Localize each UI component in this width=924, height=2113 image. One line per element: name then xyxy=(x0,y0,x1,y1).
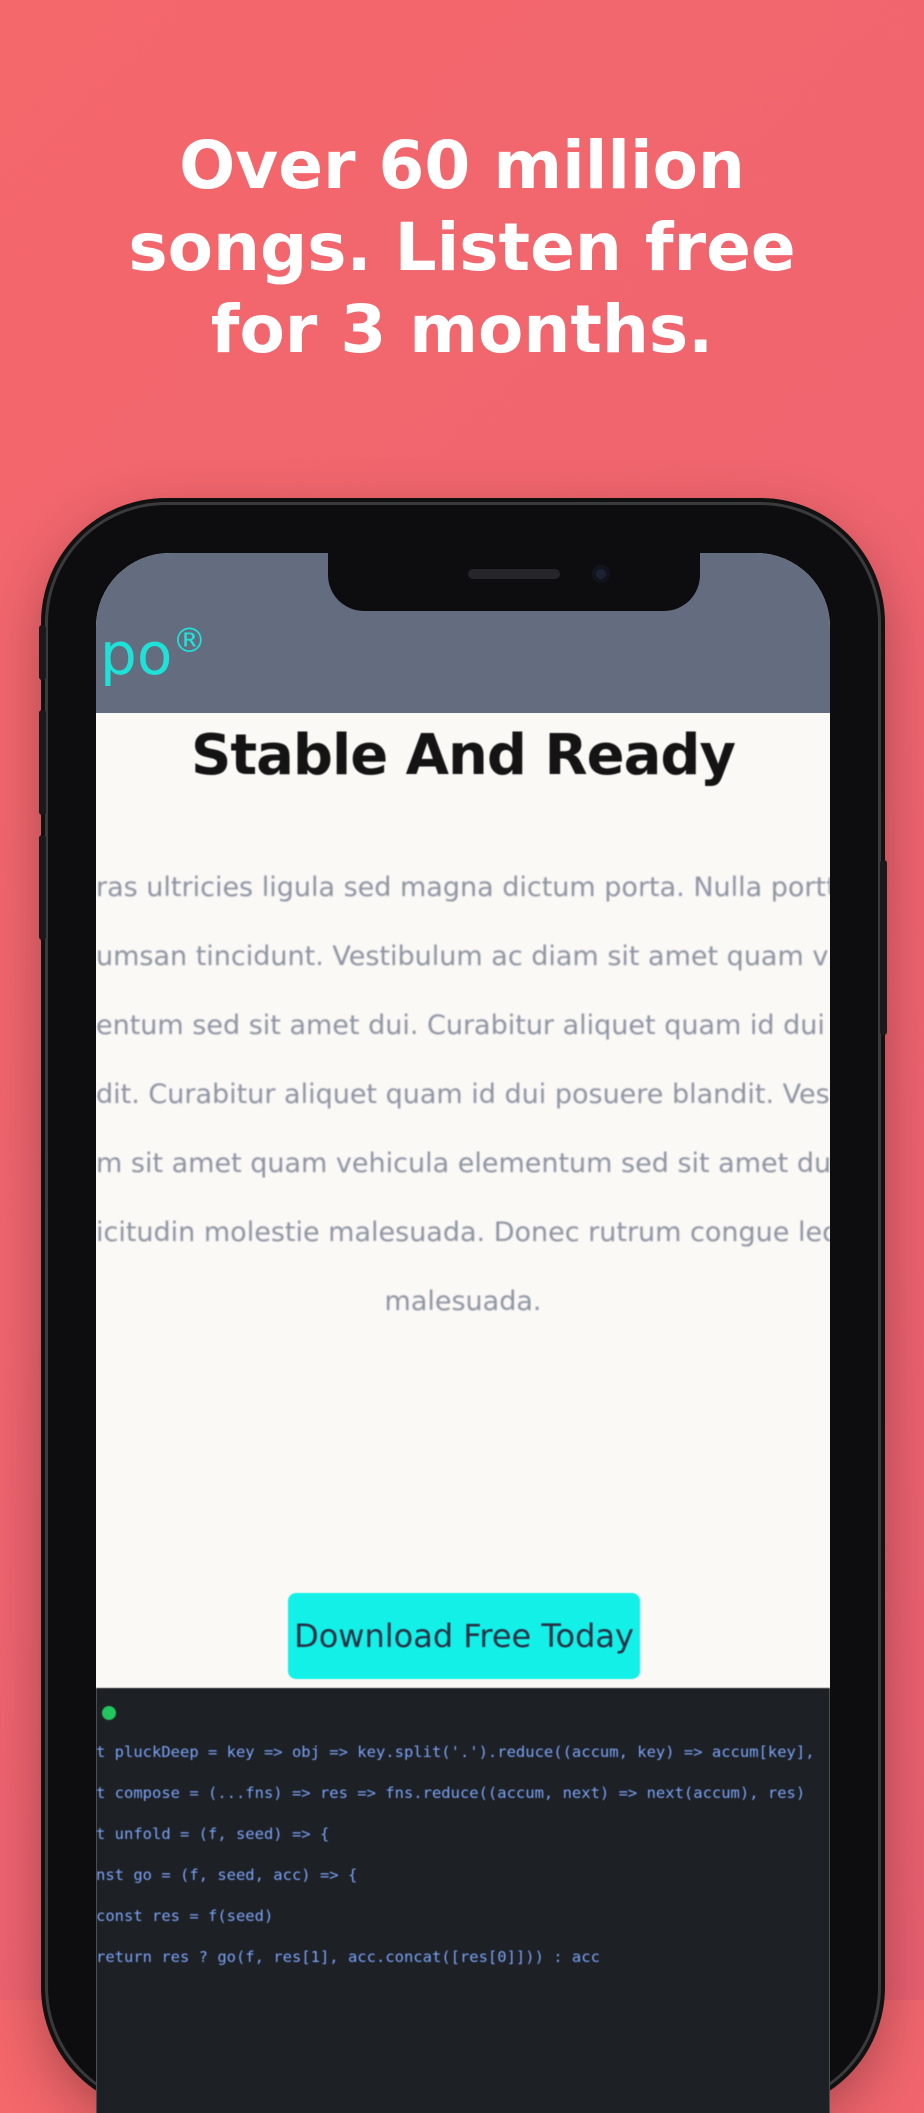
volume-up-button xyxy=(39,710,46,815)
headline-line-1: Over 60 million xyxy=(179,127,745,204)
paragraph-line: umsan tincidunt. Vestibulum ac diam sit … xyxy=(96,941,830,972)
promo-headline: Over 60 million songs. Listen free for 3… xyxy=(0,125,924,371)
code-snippet-panel: t pluckDeep = key => obj => key.split('.… xyxy=(96,1688,830,2113)
mute-switch xyxy=(39,625,46,680)
volume-down-button xyxy=(39,835,46,940)
phone-frame: po® Stable And Ready ras ultricies ligul… xyxy=(39,505,887,2113)
code-line: t compose = (...fns) => res => fns.reduc… xyxy=(96,1784,806,1802)
phone-screen: po® Stable And Ready ras ultricies ligul… xyxy=(96,553,830,2113)
code-line: const res = f(seed) xyxy=(96,1907,274,1925)
headline-line-3: for 3 months. xyxy=(210,291,714,368)
phone-notch xyxy=(328,553,700,611)
hero-title: Stable And Ready xyxy=(191,723,736,788)
hero-paragraph: ras ultricies ligula sed magna dictum po… xyxy=(96,853,830,1336)
status-dot-icon xyxy=(102,1706,116,1720)
hero-section: Stable And Ready ras ultricies ligula se… xyxy=(96,713,830,1679)
paragraph-line: dit. Curabitur aliquet quam id dui posue… xyxy=(96,1079,830,1110)
paragraph-line: ras ultricies ligula sed magna dictum po… xyxy=(96,872,830,903)
app-logo[interactable]: po® xyxy=(100,611,206,684)
registered-mark: ® xyxy=(172,621,207,661)
logo-text: po xyxy=(100,620,173,688)
power-button xyxy=(880,860,887,1035)
paragraph-line: m sit amet quam vehicula elementum sed s… xyxy=(96,1148,830,1179)
speaker-grille xyxy=(468,569,560,579)
front-camera-icon xyxy=(592,565,610,583)
code-block: t pluckDeep = key => obj => key.split('.… xyxy=(96,1732,830,1978)
code-line: nst go = (f, seed, acc) => { xyxy=(96,1866,358,1884)
code-line: return res ? go(f, res[1], acc.concat([r… xyxy=(96,1948,600,1966)
download-free-button[interactable]: Download Free Today xyxy=(288,1593,640,1679)
paragraph-line: entum sed sit amet dui. Curabitur alique… xyxy=(96,1010,830,1041)
headline-line-2: songs. Listen free xyxy=(128,209,796,286)
code-line: t pluckDeep = key => obj => key.split('.… xyxy=(96,1743,815,1761)
paragraph-line: malesuada. xyxy=(384,1286,542,1317)
code-line: t unfold = (f, seed) => { xyxy=(96,1825,330,1843)
paragraph-line: icitudin molestie malesuada. Donec rutru… xyxy=(96,1217,830,1248)
